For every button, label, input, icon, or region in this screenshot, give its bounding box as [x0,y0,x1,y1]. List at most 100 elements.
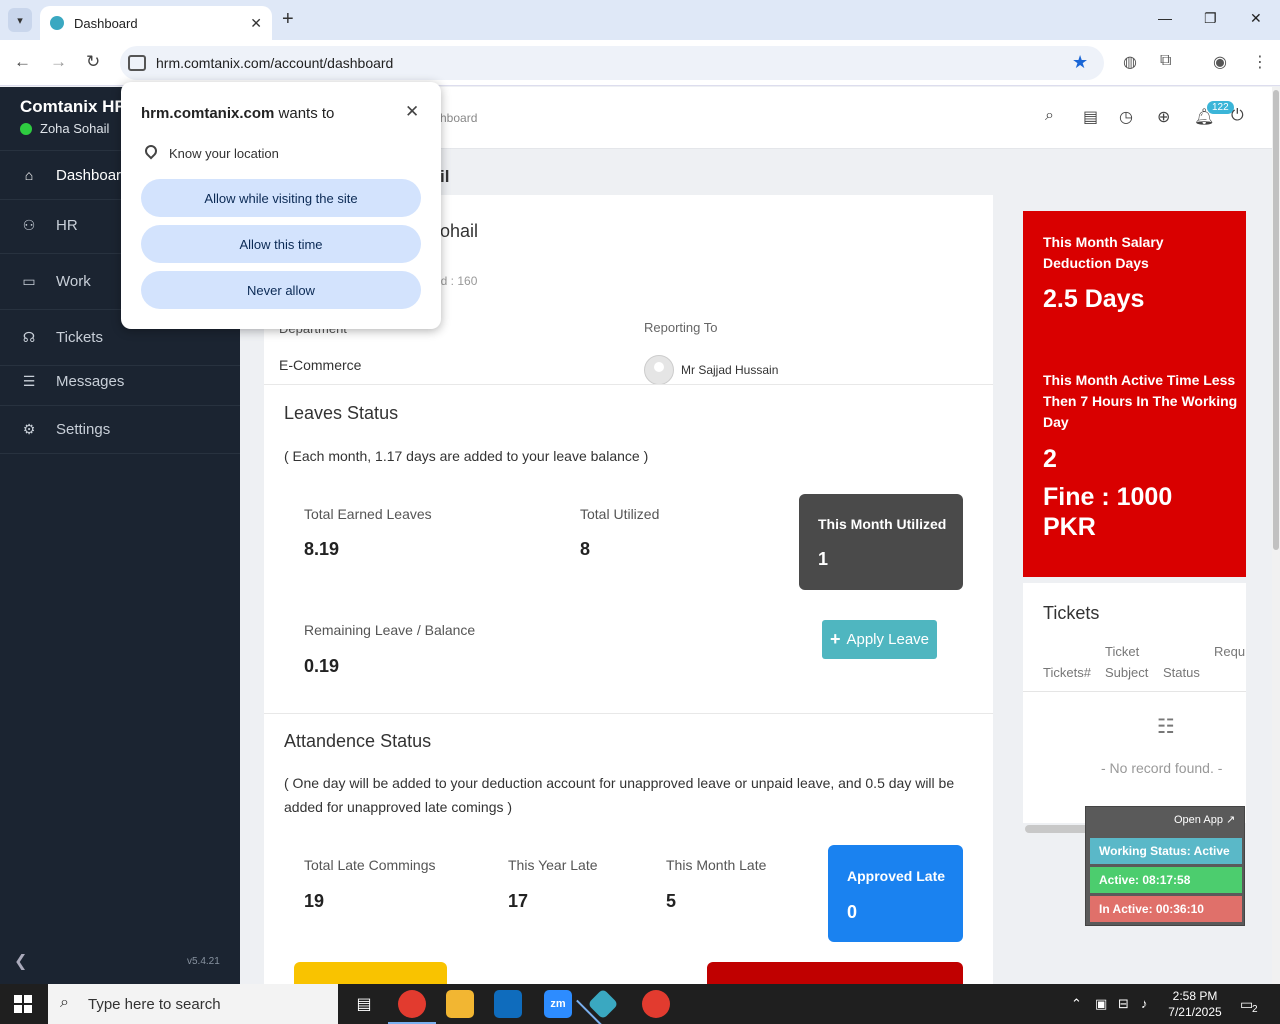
tab-title: Dashboard [74,15,138,31]
translate-icon[interactable]: ◍ [1123,52,1137,72]
never-allow-button[interactable]: Never allow [141,271,421,309]
tickets-card: Tickets Tickets# Ticket Subject Status R… [1023,583,1246,823]
new-tab-icon[interactable]: + [282,8,294,31]
collapse-sidebar-icon[interactable]: ❮ [14,951,27,971]
permission-title: hrm.comtanix.com wants to [141,105,334,122]
clock-time: 2:58 PM [1172,989,1218,1003]
taskbar-search[interactable]: ⌕ Type here to search [48,984,338,1024]
earned-leaves-label: Total Earned Leaves [304,506,432,522]
windows-start-icon[interactable] [14,995,32,1013]
tab-search-button[interactable]: ▾ [8,8,32,32]
location-pin-icon [142,142,160,160]
breadcrumb[interactable]: hboard [440,111,477,125]
low-active-time-value: 2 [1043,445,1057,473]
close-icon[interactable]: ✕ [405,102,419,122]
employee-name: ohail [440,221,479,241]
approved-late-value: 0 [847,902,858,922]
notification-count: 2 [1252,1004,1258,1015]
tab-close-icon[interactable]: ✕ [250,15,262,32]
apply-leave-button[interactable]: + Apply Leave [822,620,937,659]
site-settings-icon[interactable] [128,55,146,71]
permission-site: hrm.comtanix.com [141,105,275,122]
network-icon[interactable]: ⊟ [1118,996,1129,1012]
tray-app-icon[interactable]: ▣ [1095,996,1107,1012]
inactive-time: In Active: 00:36:10 [1090,896,1242,922]
sidebar-item-settings[interactable]: ⚙ Settings [0,406,240,454]
hrm-app-icon[interactable] [587,988,619,1020]
forward-icon[interactable]: → [50,52,67,72]
total-late-label: Total Late Commings [304,857,436,873]
location-permission-popup: hrm.comtanix.com wants to ✕ Know your lo… [121,82,441,329]
app-version: v5.4.21 [187,956,220,967]
permission-wants: wants to [274,105,335,122]
restore-icon[interactable]: ❐ [1204,10,1217,27]
headset-icon: ☊ [22,329,36,345]
allow-this-time-button[interactable]: Allow this time [141,225,421,263]
sidebar-item-label: Dashboard [56,166,130,184]
bookmark-star-icon[interactable]: ★ [1072,52,1088,73]
fine-value: Fine : 1000 PKR [1043,483,1173,541]
reload-icon[interactable]: ↻ [86,52,100,72]
month-utilized-box: This Month Utilized 1 [799,494,963,590]
month-utilized-value: 1 [818,549,829,569]
menu-icon[interactable]: ⋮ [1252,52,1268,72]
approved-late-label: Approved Late [847,868,946,884]
working-status-widget: Open App ↗ Working Status: Active Active… [1085,806,1245,926]
home-icon: ⌂ [24,167,34,183]
zoom-icon[interactable]: zm [544,990,572,1018]
clock-date: 7/21/2025 [1168,1005,1222,1019]
taskbar-clock[interactable]: 2:58 PM 7/21/2025 [1160,988,1230,1020]
page-scrollbar-thumb[interactable] [1273,90,1279,550]
user-status: Zoha Sohail [20,121,109,136]
browser-tab[interactable]: Dashboard ✕ [40,6,272,40]
address-bar[interactable]: hrm.comtanix.com/account/dashboard [120,46,1104,80]
power-icon[interactable]: ⏻ [1231,107,1244,125]
notes-icon[interactable]: ▤ [1083,107,1098,127]
deduction-days-value: 2.5 Days [1043,285,1145,313]
url-text: hrm.comtanix.com/account/dashboard [156,55,394,71]
col-ticket-number: Tickets# [1043,665,1091,680]
department-value: E-Commerce [279,357,362,373]
year-late-label: This Year Late [508,857,598,873]
attendance-note: ( One day will be added to your deductio… [284,775,955,815]
chrome-icon[interactable] [388,990,436,1024]
chrome-profile-icon[interactable] [642,990,670,1018]
leaves-note: ( Each month, 1.17 days are added to you… [284,448,649,464]
tickets-title: Tickets [1043,603,1100,623]
divider [1023,691,1246,692]
tray-overflow-icon[interactable]: ⌃ [1071,996,1082,1012]
permission-description: Know your location [169,146,279,161]
sidebar-item-label: Settings [56,421,111,438]
col-requester: Requ [1214,644,1246,659]
sidebar-item-label: Messages [56,373,125,390]
search-icon[interactable]: ⌕ [1045,107,1054,125]
volume-icon[interactable]: ♪ [1141,996,1148,1011]
minimize-icon[interactable]: — [1158,10,1172,26]
col-ticket-subject: Ticket Subject [1105,644,1149,680]
close-window-icon[interactable]: ✕ [1250,10,1262,27]
task-view-icon[interactable]: ▤ [350,990,378,1018]
sidebar-item-messages[interactable]: ☰ Messages [0,358,240,406]
attendance-status-title: Attandence Status [284,731,432,751]
site-favicon-icon [50,16,64,30]
add-circle-icon[interactable]: ⊕ [1157,107,1170,127]
divider [264,384,993,385]
file-explorer-icon[interactable] [446,990,474,1018]
allow-while-visiting-button[interactable]: Allow while visiting the site [141,179,421,217]
month-utilized-label: This Month Utilized [818,516,947,532]
reporting-to-value: Mr Sajjad Hussain [681,363,779,377]
extensions-icon[interactable]: ⧉ [1160,52,1171,70]
back-icon[interactable]: ← [14,52,31,72]
search-icon: ⌕ [60,994,69,1011]
employee-id: ld : 160 [438,274,478,288]
low-active-time-title: This Month Active Time Less Then 7 Hours… [1043,372,1238,430]
col-status: Status [1163,665,1200,680]
browser-toolbar: ← → ↻ hrm.comtanix.com/account/dashboard… [0,40,1280,86]
remaining-leave-value: 0.19 [304,656,340,676]
active-time: Active: 08:17:58 [1090,867,1242,893]
clock-icon[interactable]: ◷ [1119,107,1133,127]
outlook-icon[interactable] [494,990,522,1018]
profile-icon[interactable]: ◉ [1213,52,1227,72]
earned-leaves-value: 8.19 [304,539,340,559]
open-app-link[interactable]: Open App ↗ [1174,813,1235,826]
